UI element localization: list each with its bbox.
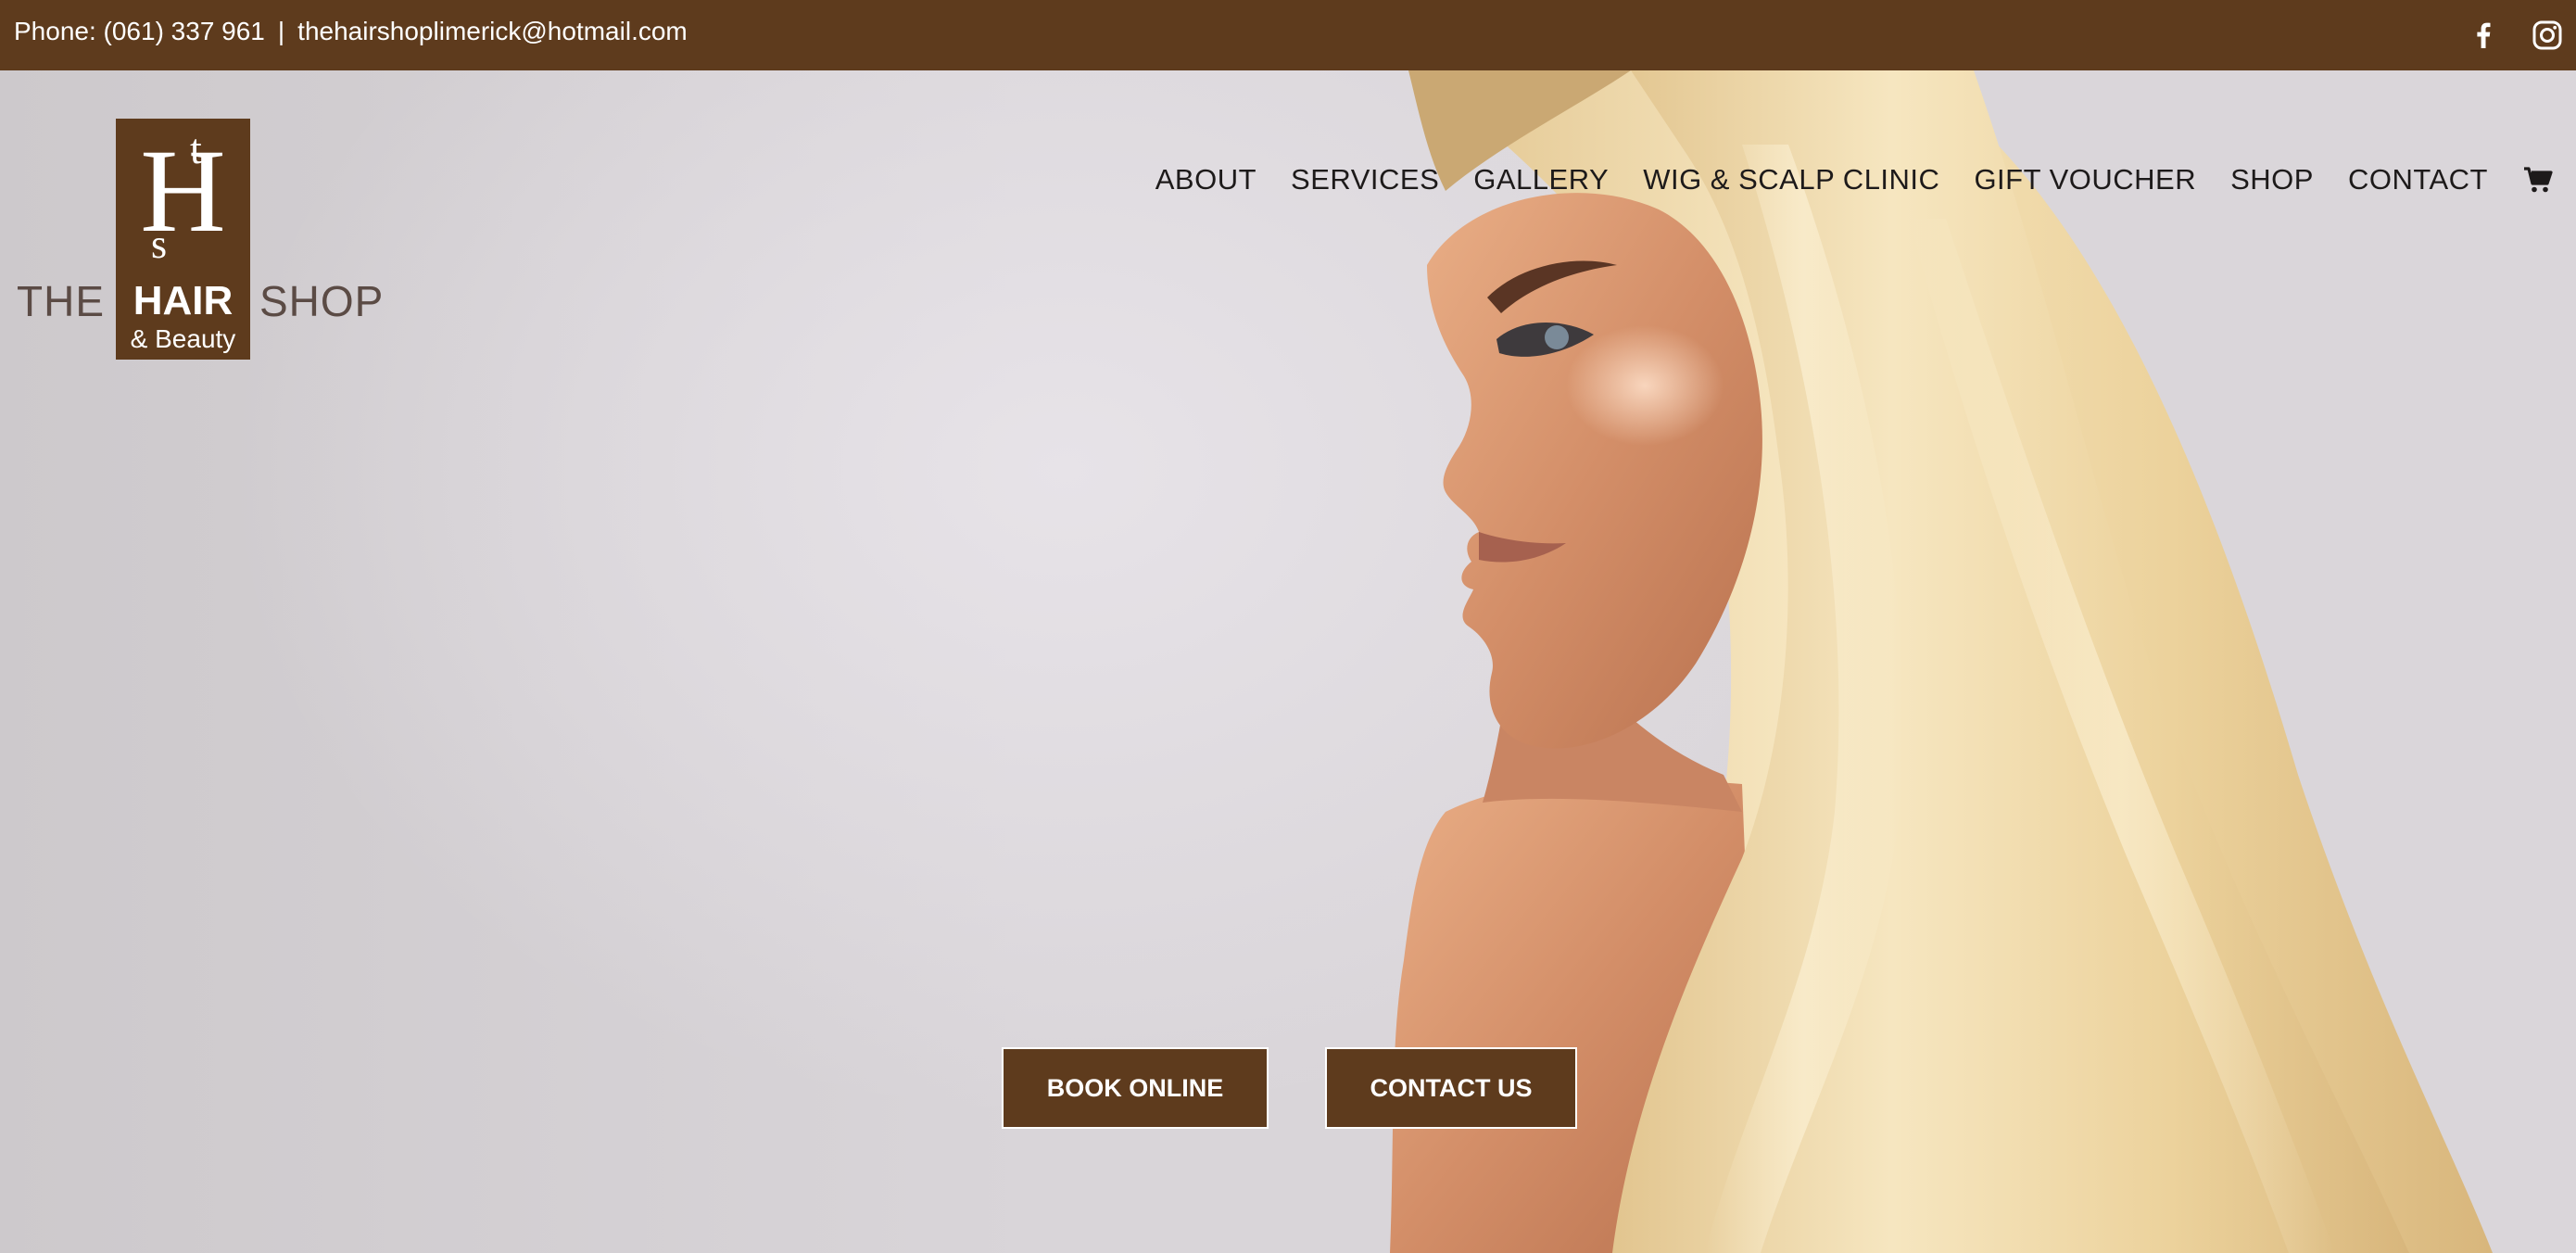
book-online-button[interactable]: BOOK ONLINE — [1002, 1047, 1269, 1129]
top-bar: Phone: (061) 337 961 | thehairshoplimerick… — [0, 0, 2576, 70]
logo-beauty-text: & Beauty — [130, 324, 236, 353]
nav-item-gallery[interactable]: GALLERY — [1473, 161, 1609, 198]
cart-icon[interactable] — [2522, 164, 2554, 196]
email-link[interactable]: thehairshoplimerick@hotmail.com — [297, 17, 688, 45]
main-nav: ABOUT SERVICES GALLERY WIG & SCALP CLINI… — [1155, 161, 2554, 198]
contact-line: Phone: (061) 337 961 | thehairshoplimerick… — [14, 16, 688, 47]
logo-monogram-s: s — [151, 221, 168, 267]
nav-item-wig-scalp-clinic[interactable]: WIG & SCALP CLINIC — [1643, 161, 1939, 198]
nav-item-about[interactable]: ABOUT — [1155, 161, 1256, 198]
separator: | — [277, 17, 285, 45]
nav-item-gift-voucher[interactable]: GIFT VOUCHER — [1974, 161, 2196, 198]
logo[interactable]: H t s HAIR & Beauty THE SHOP — [17, 119, 387, 361]
logo-monogram-h: H — [140, 125, 226, 257]
nav-item-services[interactable]: SERVICES — [1291, 161, 1439, 198]
phone-text: Phone: (061) 337 961 — [14, 17, 265, 45]
nav-item-shop[interactable]: SHOP — [2230, 161, 2314, 198]
logo-monogram-t: t — [190, 125, 202, 172]
nav-item-contact[interactable]: CONTACT — [2348, 161, 2488, 198]
logo-shop-text: SHOP — [259, 277, 385, 325]
logo-the-text: THE — [17, 277, 105, 325]
instagram-icon[interactable] — [2529, 17, 2566, 54]
contact-us-button[interactable]: CONTACT US — [1325, 1047, 1577, 1129]
logo-hair-text: HAIR — [133, 278, 234, 323]
facebook-icon[interactable] — [2465, 17, 2502, 54]
page: Phone: (061) 337 961 | thehairshoplimerick… — [0, 0, 2576, 1253]
logo-box: H t s HAIR & Beauty — [116, 119, 250, 360]
